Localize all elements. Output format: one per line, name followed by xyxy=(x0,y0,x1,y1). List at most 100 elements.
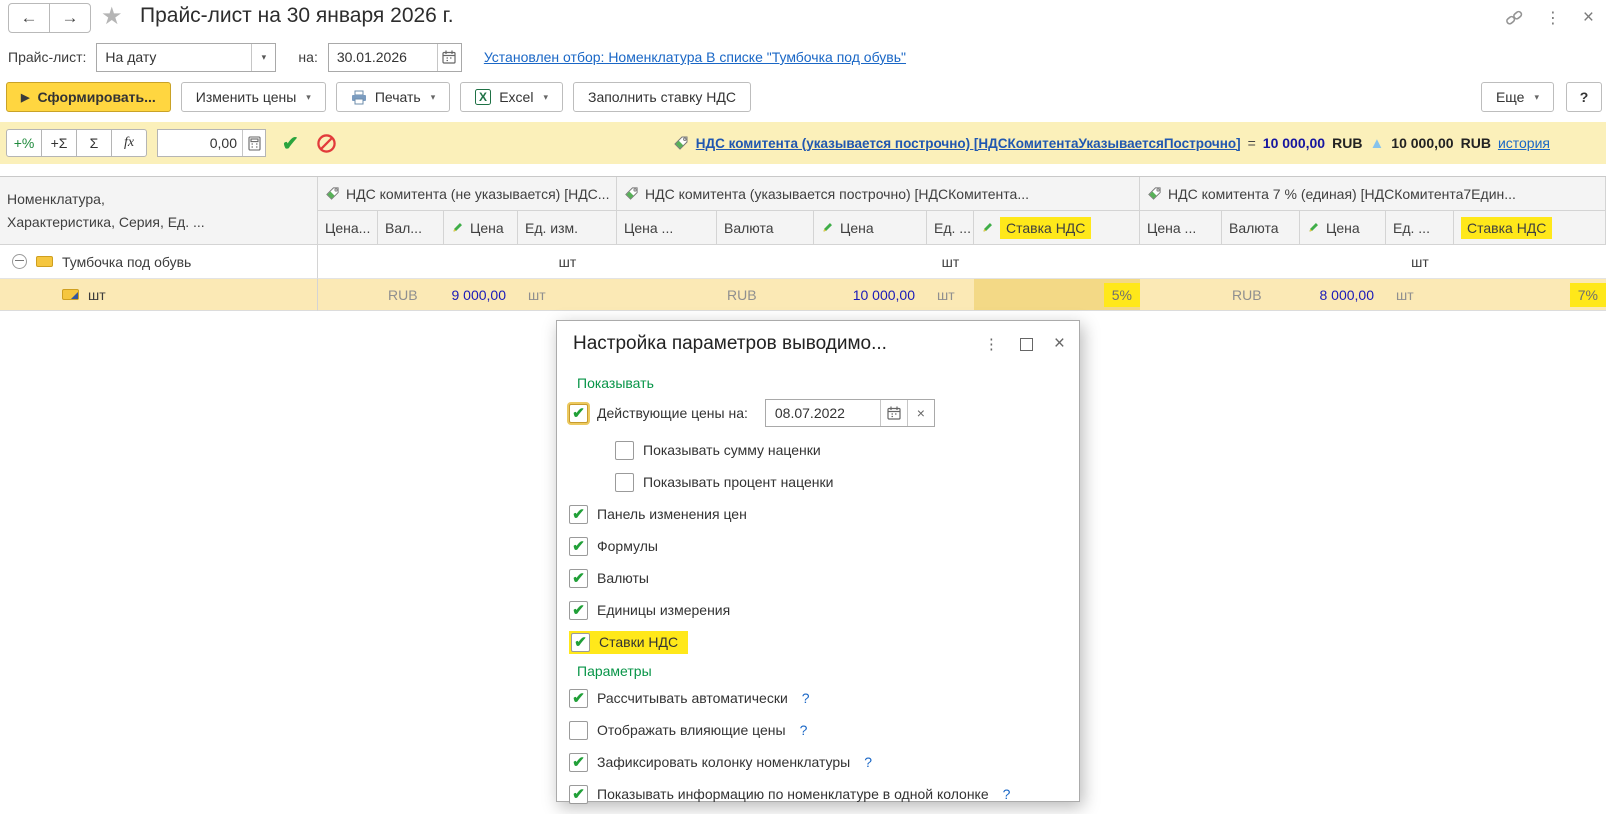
checkbox-label: Единицы измерения xyxy=(597,602,731,618)
formulas-checkbox[interactable] xyxy=(569,536,588,556)
effective-prices-date-input[interactable]: 08.07.2022 × xyxy=(764,399,935,427)
cell-price-type[interactable] xyxy=(1140,279,1222,311)
change-value-input[interactable]: 0,00 xyxy=(157,129,266,157)
subheader-price[interactable]: Цена xyxy=(444,211,518,245)
history-link[interactable]: история xyxy=(1498,135,1550,151)
print-button[interactable]: Печать ▾ xyxy=(335,82,451,112)
more-menu-icon[interactable]: ⋮ xyxy=(1545,8,1561,28)
group-row-cell[interactable]: шт xyxy=(617,245,1140,279)
cell-currency[interactable]: RUB xyxy=(717,279,814,311)
cell-currency[interactable]: RUB xyxy=(1222,279,1300,311)
excel-button[interactable]: X Excel ▾ xyxy=(460,82,563,112)
cell-unit[interactable]: шт xyxy=(1386,279,1454,311)
formula-info: НДС комитента (указывается построчно) [Н… xyxy=(673,135,1550,152)
help-icon[interactable]: ? xyxy=(802,690,810,706)
subheader-unit[interactable]: Ед. ... xyxy=(1386,211,1454,245)
auto-calc-checkbox[interactable] xyxy=(569,688,588,708)
filter-selection-link[interactable]: Установлен отбор: Номенклатура В списке … xyxy=(484,49,906,65)
cell-price[interactable]: 8 000,00 xyxy=(1300,279,1386,311)
subheader-unit[interactable]: Ед. изм. xyxy=(518,211,617,245)
set-amount-button[interactable]: Σ xyxy=(76,129,112,157)
back-button[interactable]: ← xyxy=(8,3,50,33)
group-row-nomenclature-cell[interactable]: Тумбочка под обувь xyxy=(0,245,318,279)
single-column-info-checkbox[interactable] xyxy=(569,784,588,804)
link-icon[interactable] xyxy=(1505,9,1523,27)
checkbox-row-currencies: Валюты xyxy=(569,567,1065,589)
cell-price[interactable]: 10 000,00 xyxy=(814,279,927,311)
vat-price-type-link[interactable]: НДС комитента (указывается построчно) [Н… xyxy=(696,136,1241,151)
price-tag-icon xyxy=(1147,186,1162,201)
formula-button[interactable]: fx xyxy=(111,129,147,157)
calendar-icon[interactable] xyxy=(436,43,461,71)
date-input[interactable]: 30.01.2026 xyxy=(327,42,462,72)
group-row-cell[interactable]: шт xyxy=(1140,245,1606,279)
subheader-unit[interactable]: Ед. ... xyxy=(927,211,974,245)
subheader-price[interactable]: Цена xyxy=(1300,211,1386,245)
cell-price-type[interactable] xyxy=(617,279,717,311)
group-header-vat-per-line[interactable]: НДС комитента (указывается построчно) [Н… xyxy=(617,177,1140,211)
maximize-icon[interactable] xyxy=(1019,337,1033,351)
subheader-price-type[interactable]: Цена... xyxy=(318,211,378,245)
pencil-icon xyxy=(821,221,834,234)
price-list-mode-select[interactable]: На дату ▾ xyxy=(96,42,277,72)
influencing-prices-checkbox[interactable] xyxy=(569,720,588,740)
effective-prices-checkbox[interactable] xyxy=(569,403,588,423)
vat-rates-checkbox[interactable] xyxy=(571,632,590,652)
calculator-icon[interactable] xyxy=(242,130,265,156)
price-panel-checkbox[interactable] xyxy=(569,504,588,524)
group-row-cell[interactable]: шт xyxy=(318,245,617,279)
subheader-currency[interactable]: Вал... xyxy=(378,211,444,245)
fill-vat-button[interactable]: Заполнить ставку НДС xyxy=(572,82,751,112)
group-unit: шт xyxy=(558,253,577,270)
units-checkbox[interactable] xyxy=(569,600,588,620)
group-header-vat-7-single[interactable]: НДС комитента 7 % (единая) [НДСКомитента… xyxy=(1140,177,1606,211)
calendar-icon[interactable] xyxy=(879,400,907,426)
subheader-currency[interactable]: Валюта xyxy=(1222,211,1300,245)
favorite-star-icon[interactable]: ★ xyxy=(101,2,123,31)
cell-price[interactable]: 9 000,00 xyxy=(444,279,518,311)
close-window-icon[interactable]: × xyxy=(1583,7,1594,29)
subheader-price-type[interactable]: Цена ... xyxy=(617,211,717,245)
collapse-icon[interactable] xyxy=(12,254,27,269)
add-percent-button[interactable]: +% xyxy=(6,129,42,157)
more-button[interactable]: Еще ▾ xyxy=(1480,82,1554,112)
column-header-nomenclature[interactable]: Номенклатура, Характеристика, Серия, Ед.… xyxy=(0,177,318,245)
dialog-close-icon[interactable]: × xyxy=(1054,333,1065,355)
forward-button[interactable]: → xyxy=(49,3,91,33)
detail-row-nomenclature-cell[interactable]: шт xyxy=(0,279,318,311)
cell-vat-rate-selected[interactable]: 5% xyxy=(974,279,1140,311)
cell-price-type[interactable] xyxy=(318,279,378,311)
help-icon[interactable]: ? xyxy=(1003,786,1011,802)
help-icon[interactable]: ? xyxy=(800,722,808,738)
subheader-price-type[interactable]: Цена ... xyxy=(1140,211,1222,245)
subheader-currency[interactable]: Валюта xyxy=(717,211,814,245)
cancel-icon[interactable] xyxy=(317,133,336,153)
cell-unit[interactable]: шт xyxy=(927,279,974,311)
subheader-vat-rate[interactable]: Ставка НДС xyxy=(1454,211,1606,245)
on-date-label: на: xyxy=(298,49,318,65)
nav-buttons: ← → xyxy=(8,3,91,33)
dialog-title-bar[interactable]: Настройка параметров выводимо... ⋮ × xyxy=(557,321,1079,363)
svg-text:X: X xyxy=(479,90,487,104)
markup-amount-checkbox[interactable] xyxy=(615,440,634,460)
clear-date-icon[interactable]: × xyxy=(906,400,934,426)
generate-button[interactable]: ▶ Сформировать... xyxy=(6,82,171,112)
cell-vat-rate[interactable]: 7% xyxy=(1454,279,1606,311)
change-prices-button[interactable]: Изменить цены ▾ xyxy=(180,82,326,112)
apply-check-icon[interactable]: ✔ xyxy=(282,131,299,156)
chevron-down-icon[interactable]: ▾ xyxy=(251,43,276,71)
checkbox-label: Формулы xyxy=(597,538,658,554)
fix-column-checkbox[interactable] xyxy=(569,752,588,772)
subheader-vat-rate[interactable]: Ставка НДС xyxy=(974,211,1140,245)
price-tag-icon xyxy=(624,186,639,201)
currencies-checkbox[interactable] xyxy=(569,568,588,588)
group-header-vat-not-specified[interactable]: НДС комитента (не указывается) [НДС... xyxy=(318,177,617,211)
cell-currency[interactable]: RUB xyxy=(378,279,444,311)
markup-percent-checkbox[interactable] xyxy=(615,472,634,492)
subheader-price[interactable]: Цена xyxy=(814,211,927,245)
help-icon[interactable]: ? xyxy=(864,754,872,770)
cell-unit[interactable]: шт xyxy=(518,279,617,311)
help-button[interactable]: ? xyxy=(1566,82,1602,112)
add-amount-button[interactable]: +Σ xyxy=(41,129,77,157)
dialog-menu-icon[interactable]: ⋮ xyxy=(984,335,999,353)
